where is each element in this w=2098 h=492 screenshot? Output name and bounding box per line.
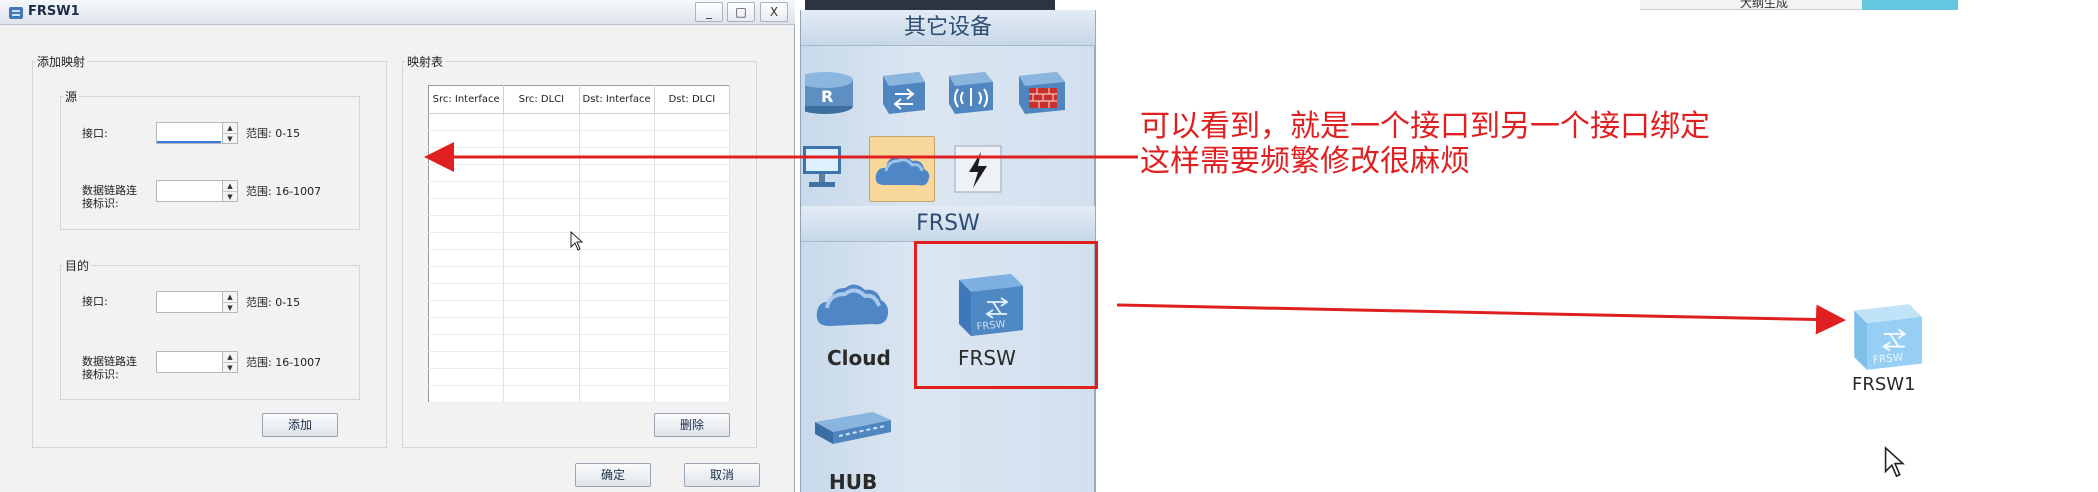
- annotation-arrows: [424, 142, 1846, 335]
- arrow-to-canvas-device: [1116, 303, 1846, 335]
